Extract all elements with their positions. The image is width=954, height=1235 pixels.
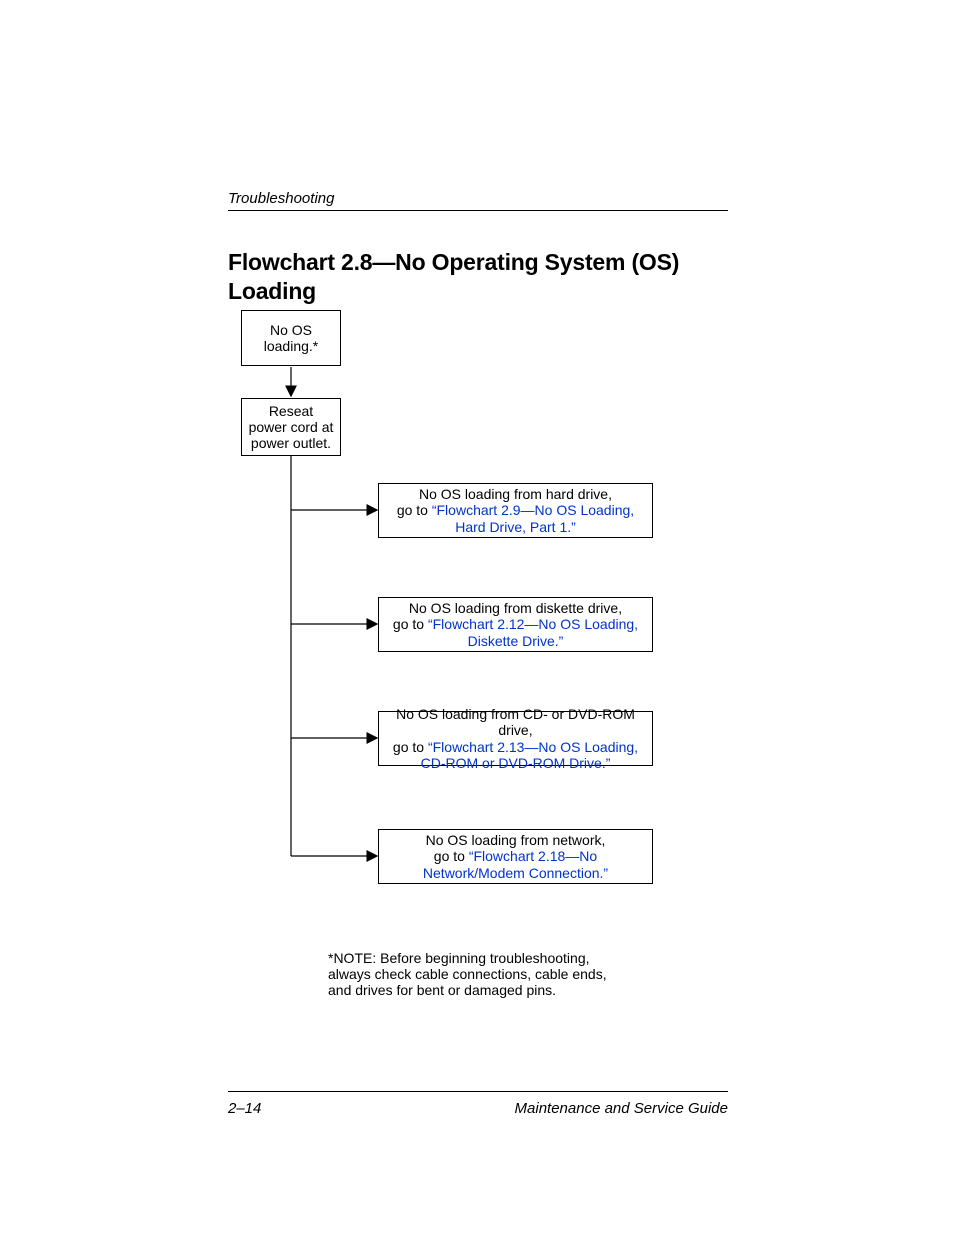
footnote: *NOTE: Before beginning troubleshooting,… (328, 950, 610, 998)
running-header: Troubleshooting (228, 190, 334, 207)
node-reseat-line2: power cord at (249, 419, 334, 435)
page-title: Flowchart 2.8—No Operating System (OS) L… (228, 248, 728, 306)
footer-rule (228, 1091, 728, 1092)
node-hd-pre: No OS loading from hard drive, (419, 486, 612, 502)
node-start: No OS loading.* (241, 310, 341, 366)
node-hd-mid: go to (397, 502, 432, 518)
page: Troubleshooting Flowchart 2.8—No Operati… (0, 0, 954, 1235)
node-disk-link[interactable]: “Flowchart 2.12—No OS Loading, Diskette … (428, 616, 638, 648)
node-reseat-line1: Reseat (269, 403, 313, 419)
node-net-mid: go to (434, 848, 469, 864)
node-reseat: Reseat power cord at power outlet. (241, 398, 341, 456)
node-cd-mid: go to (393, 739, 428, 755)
doc-title: Maintenance and Service Guide (515, 1100, 728, 1117)
node-cd-link[interactable]: “Flowchart 2.13—No OS Loading, CD-ROM or… (421, 739, 638, 771)
node-disk: No OS loading from diskette drive, go to… (378, 597, 653, 652)
node-start-line1: No OS (270, 322, 312, 338)
node-hd-link[interactable]: “Flowchart 2.9—No OS Loading, Hard Drive… (432, 502, 634, 534)
node-start-line2: loading.* (264, 338, 319, 354)
node-hd: No OS loading from hard drive, go to “Fl… (378, 483, 653, 538)
node-disk-pre: No OS loading from diskette drive, (409, 600, 622, 616)
node-reseat-line3: power outlet. (251, 435, 331, 451)
node-net: No OS loading from network, go to “Flowc… (378, 829, 653, 884)
flowchart: No OS loading.* Reseat power cord at pow… (228, 310, 728, 1010)
node-cd-pre: No OS loading from CD- or DVD-ROM drive, (396, 706, 635, 738)
node-cd: No OS loading from CD- or DVD-ROM drive,… (378, 711, 653, 766)
page-number: 2–14 (228, 1100, 261, 1117)
header-rule (228, 210, 728, 211)
node-disk-mid: go to (393, 616, 428, 632)
node-net-pre: No OS loading from network, (426, 832, 606, 848)
